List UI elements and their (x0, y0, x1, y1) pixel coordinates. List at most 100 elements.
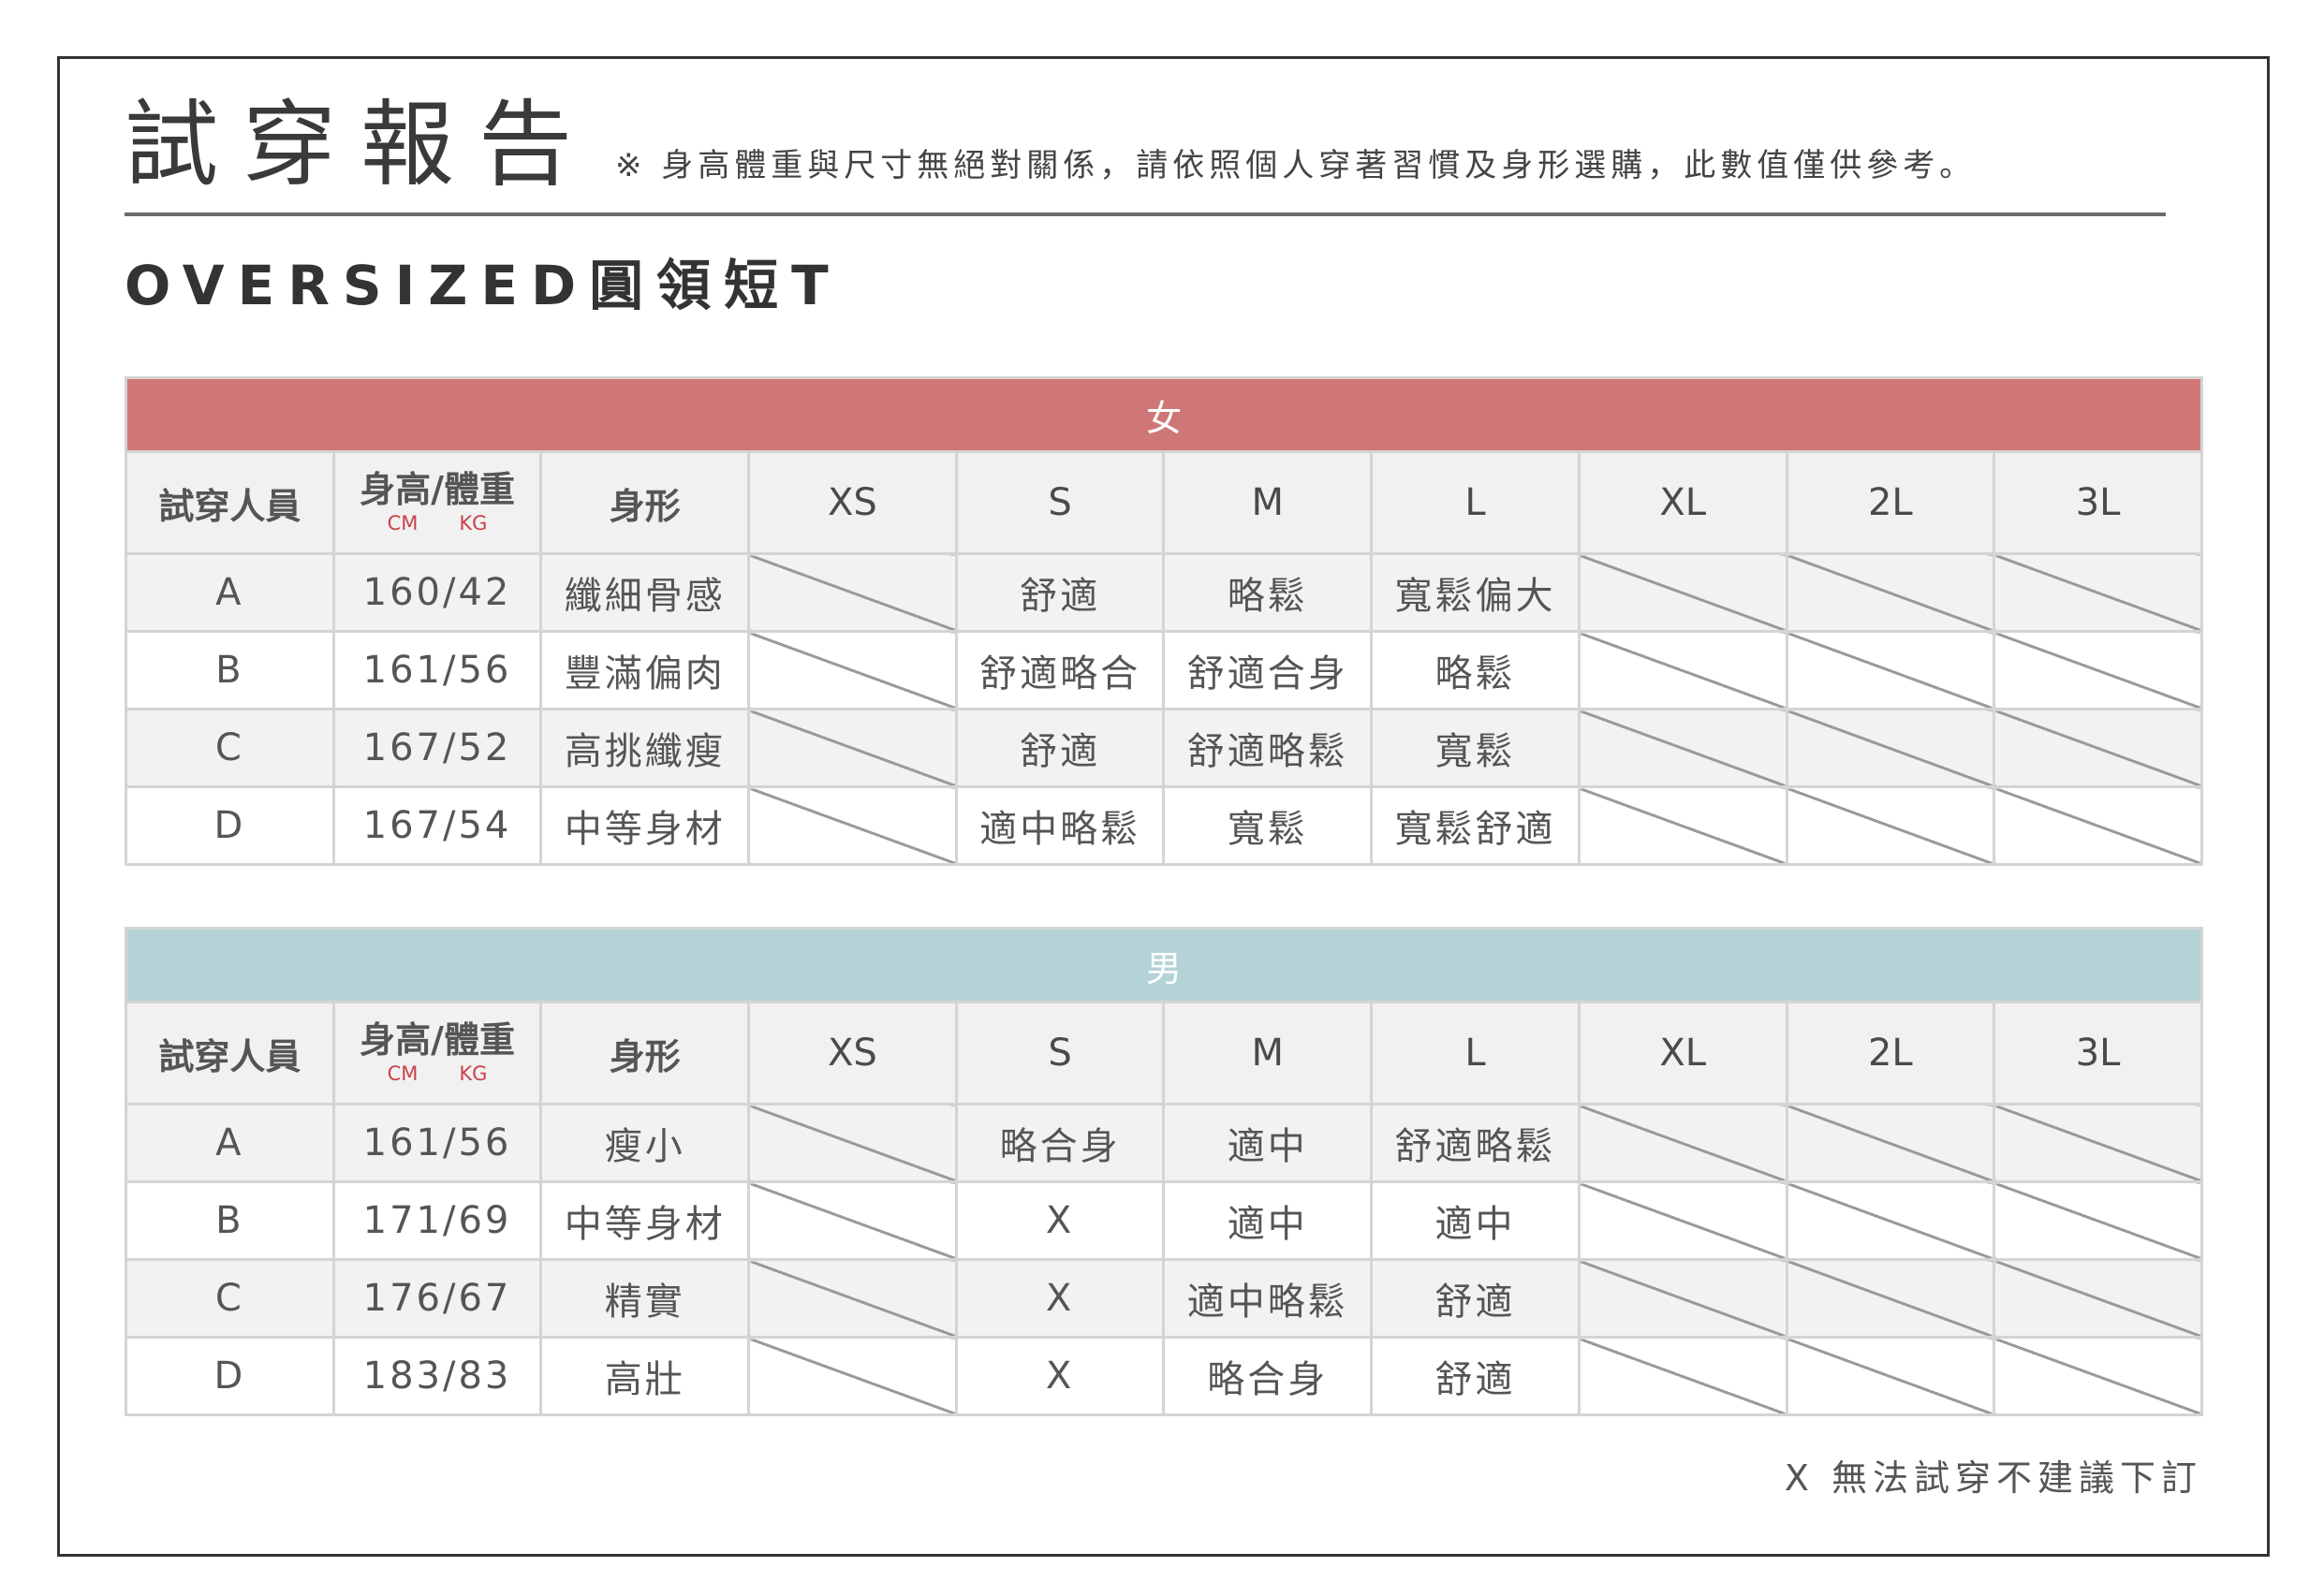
fit-cell-xl-unavailable (1577, 552, 1788, 633)
header-body-type: 身形 (539, 450, 751, 555)
table-row: A 160/42 纖細骨感 舒適 略鬆 寬鬆偏大 (125, 552, 2203, 633)
female-section-header: 女 (125, 376, 2203, 453)
header-body-type: 身形 (539, 1001, 751, 1105)
header-size-m: M (1162, 1001, 1374, 1105)
header-size-xs: XS (747, 1001, 958, 1105)
header-height-weight-label: 身高/體重 (360, 469, 515, 510)
fit-cell-m: 適中 (1162, 1180, 1374, 1261)
fit-cell-l: 舒適 (1370, 1336, 1581, 1416)
fit-cell-2l-unavailable (1785, 552, 1996, 633)
fit-cell-xs-unavailable (747, 630, 958, 710)
header-size-m: M (1162, 450, 1374, 555)
header-units: CM KG (335, 1061, 540, 1087)
tester-id: B (125, 1180, 335, 1261)
tester-height-weight: 171/69 (331, 1180, 543, 1261)
tester-id: C (125, 708, 335, 788)
tester-body-type: 豐滿偏肉 (539, 630, 751, 710)
header-size-s: S (954, 1001, 1166, 1105)
page-title: 試穿報告 (125, 90, 596, 199)
table-row: D 183/83 高壯 X 略合身 舒適 (125, 1336, 2203, 1416)
fit-cell-xs-unavailable (747, 785, 958, 866)
header-size-xl: XL (1577, 1001, 1788, 1105)
fit-cell-3l-unavailable (1993, 1258, 2203, 1339)
title-row: 試穿報告 ※ 身高體重與尺寸無絕對關係，請依照個人穿著習慣及身形選購，此數值僅供… (125, 94, 1976, 197)
tester-height-weight: 167/54 (331, 785, 543, 866)
fit-cell-xl-unavailable (1577, 1258, 1788, 1339)
fit-cell-m: 略鬆 (1162, 552, 1374, 633)
tester-body-type: 瘦小 (539, 1103, 751, 1183)
header-tester: 試穿人員 (125, 1001, 335, 1105)
fit-cell-2l-unavailable (1785, 1103, 1996, 1183)
header-units: CM KG (335, 510, 540, 536)
fit-cell-3l-unavailable (1993, 708, 2203, 788)
header-size-2l: 2L (1785, 1001, 1996, 1105)
fit-cell-s: 舒適略合 (954, 630, 1166, 710)
fit-cell-3l-unavailable (1993, 552, 2203, 633)
fit-cell-2l-unavailable (1785, 1258, 1996, 1339)
fit-cell-xs-unavailable (747, 1258, 958, 1339)
table-row: B 161/56 豐滿偏肉 舒適略合 舒適合身 略鬆 (125, 630, 2203, 710)
tester-id: A (125, 552, 335, 633)
fit-cell-xl-unavailable (1577, 1336, 1788, 1416)
fit-cell-xl-unavailable (1577, 1103, 1788, 1183)
tester-body-type: 中等身材 (539, 785, 751, 866)
fit-cell-xs-unavailable (747, 1103, 958, 1183)
fit-cell-s: 舒適 (954, 708, 1166, 788)
fit-cell-xs-unavailable (747, 1336, 958, 1416)
fit-cell-m: 舒適略鬆 (1162, 708, 1374, 788)
fit-cell-xl-unavailable (1577, 630, 1788, 710)
fit-cell-xs-unavailable (747, 552, 958, 633)
fit-cell-s: X (954, 1258, 1166, 1339)
tester-id: D (125, 1336, 335, 1416)
table-row: A 161/56 瘦小 略合身 適中 舒適略鬆 (125, 1103, 2203, 1183)
tester-id: A (125, 1103, 335, 1183)
fit-cell-2l-unavailable (1785, 1180, 1996, 1261)
fit-cell-3l-unavailable (1993, 630, 2203, 710)
fit-cell-3l-unavailable (1993, 1336, 2203, 1416)
fit-cell-m: 適中 (1162, 1103, 1374, 1183)
fit-cell-xs-unavailable (747, 1180, 958, 1261)
tester-height-weight: 160/42 (331, 552, 543, 633)
header-size-3l: 3L (1993, 450, 2203, 555)
unit-cm: CM (387, 512, 419, 534)
tester-height-weight: 167/52 (331, 708, 543, 788)
table-row: B 171/69 中等身材 X 適中 適中 (125, 1180, 2203, 1261)
fit-cell-l: 舒適略鬆 (1370, 1103, 1581, 1183)
header-size-l: L (1370, 1001, 1581, 1105)
header-size-2l: 2L (1785, 450, 1996, 555)
fit-cell-l: 略鬆 (1370, 630, 1581, 710)
tester-body-type: 中等身材 (539, 1180, 751, 1261)
fit-cell-3l-unavailable (1993, 785, 2203, 866)
fit-cell-l: 寬鬆偏大 (1370, 552, 1581, 633)
fit-cell-s: 適中略鬆 (954, 785, 1166, 866)
header-size-s: S (954, 450, 1166, 555)
tester-height-weight: 176/67 (331, 1258, 543, 1339)
fit-cell-2l-unavailable (1785, 1336, 1996, 1416)
fit-cell-xs-unavailable (747, 708, 958, 788)
unit-cm: CM (387, 1062, 419, 1085)
fit-cell-l: 舒適 (1370, 1258, 1581, 1339)
tester-id: C (125, 1258, 335, 1339)
unit-kg: KG (459, 1062, 488, 1085)
fit-cell-m: 適中略鬆 (1162, 1258, 1374, 1339)
tester-id: D (125, 785, 335, 866)
fit-cell-xl-unavailable (1577, 708, 1788, 788)
fit-cell-m: 寬鬆 (1162, 785, 1374, 866)
header-tester: 試穿人員 (125, 450, 335, 555)
header-height-weight: 身高/體重 CM KG (331, 450, 543, 555)
male-section-header: 男 (125, 927, 2203, 1003)
header-size-l: L (1370, 450, 1581, 555)
tester-id: B (125, 630, 335, 710)
fit-cell-s: 舒適 (954, 552, 1166, 633)
header-size-3l: 3L (1993, 1001, 2203, 1105)
tester-height-weight: 183/83 (331, 1336, 543, 1416)
footer-note: X 無法試穿不建議下訂 (1784, 1457, 2202, 1499)
header-height-weight: 身高/體重 CM KG (331, 1001, 543, 1105)
header-size-xl: XL (1577, 450, 1788, 555)
fit-cell-2l-unavailable (1785, 630, 1996, 710)
male-fit-table: 男試穿人員 身高/體重 CM KG 身形 XS S M L XL 2L 3L A 161/56 瘦小 略合身適… (125, 927, 2203, 1416)
title-divider (125, 212, 2166, 216)
fit-cell-3l-unavailable (1993, 1103, 2203, 1183)
fit-cell-2l-unavailable (1785, 785, 1996, 866)
fit-cell-xl-unavailable (1577, 785, 1788, 866)
